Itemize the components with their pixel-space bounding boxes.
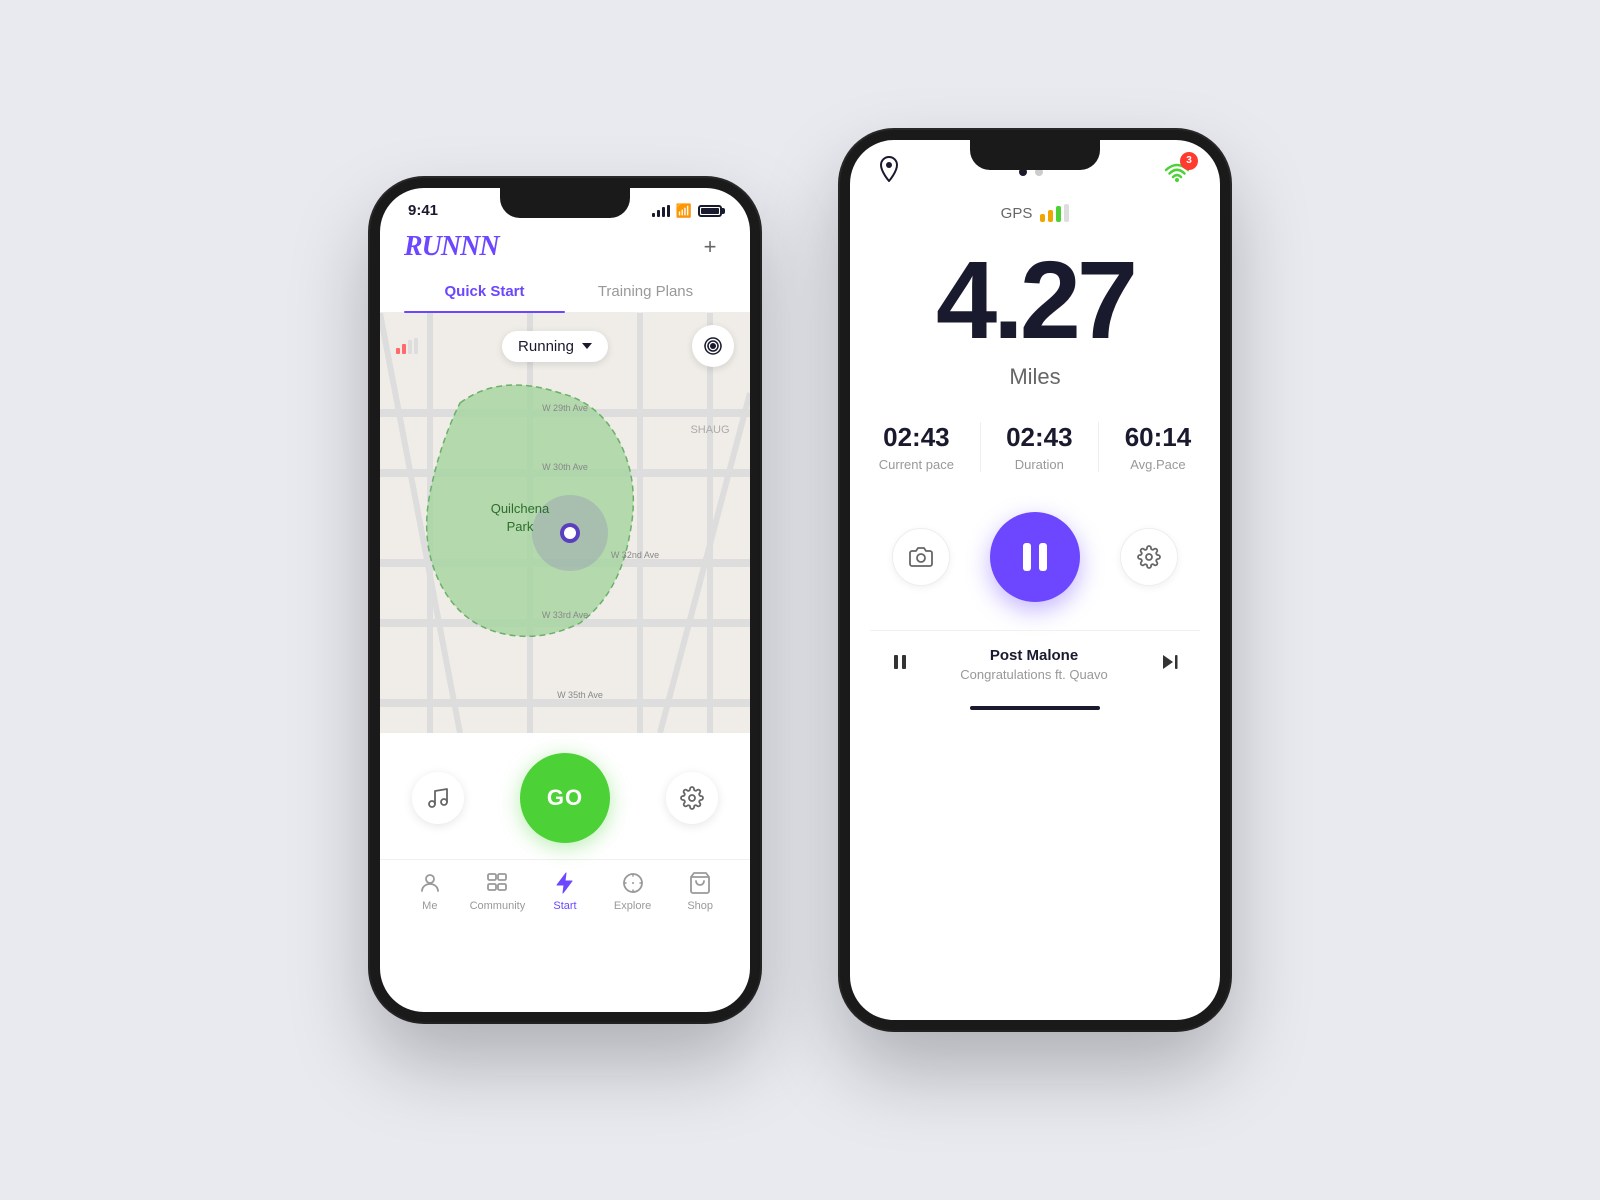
music-song: Congratulations ft. Quavo xyxy=(960,667,1107,682)
music-pause-button[interactable] xyxy=(890,652,910,678)
run-controls xyxy=(850,492,1220,630)
stat-divider-1 xyxy=(980,422,981,472)
bottom-controls: GO xyxy=(380,733,750,859)
phone-1: 9:41 📶 RUNNN + xyxy=(370,178,760,1022)
svg-text:W 35th Ave: W 35th Ave xyxy=(557,690,603,700)
person-icon xyxy=(417,870,443,896)
broadcast-button[interactable] xyxy=(692,325,734,367)
stat-duration: 02:43 Duration xyxy=(1006,422,1073,472)
nav-label-me: Me xyxy=(422,900,437,912)
bottom-nav: Me Community xyxy=(380,859,750,932)
phone-2-screen: 3 GPS 4.27 Miles 02: xyxy=(850,140,1220,1020)
pause-icon xyxy=(1023,543,1047,571)
stat-avg-pace-label: Avg.Pace xyxy=(1125,457,1192,472)
map: Quilchena Park W 29th Ave W 30th Ave W 3… xyxy=(380,313,750,733)
stat-divider-2 xyxy=(1098,422,1099,472)
stats-row: 02:43 Current pace 02:43 Duration 60:14 … xyxy=(850,398,1220,492)
settings-icon xyxy=(680,786,704,810)
chevron-down-icon xyxy=(582,343,592,349)
nav-label-shop: Shop xyxy=(687,900,713,912)
gps-bars xyxy=(1040,204,1069,222)
go-button[interactable]: GO xyxy=(520,753,610,843)
gps-signal-indicator xyxy=(396,338,418,354)
svg-text:Quilchena: Quilchena xyxy=(491,501,550,516)
nav-item-start[interactable]: Start xyxy=(531,870,599,912)
nav-label-community: Community xyxy=(470,900,526,912)
stat-duration-label: Duration xyxy=(1006,457,1073,472)
nav-item-explore[interactable]: Explore xyxy=(599,870,667,912)
app-logo: RUNNN xyxy=(404,231,499,263)
camera-icon xyxy=(909,545,933,569)
music-next-button[interactable] xyxy=(1158,651,1180,679)
stat-current-pace-value: 02:43 xyxy=(879,422,954,453)
app-header: RUNNN + xyxy=(380,223,750,275)
phone-2: 3 GPS 4.27 Miles 02: xyxy=(840,130,1230,1030)
stat-current-pace-label: Current pace xyxy=(879,457,954,472)
settings-button-2[interactable] xyxy=(1120,528,1178,586)
nav-label-start: Start xyxy=(553,900,576,912)
music-title: Post Malone xyxy=(960,647,1107,664)
camera-button[interactable] xyxy=(892,528,950,586)
status-time: 9:41 xyxy=(408,202,438,219)
phone-1-screen: 9:41 📶 RUNNN + xyxy=(380,188,750,1012)
notch xyxy=(500,188,630,218)
svg-text:W 29th Ave: W 29th Ave xyxy=(542,403,588,413)
add-button[interactable]: + xyxy=(694,231,726,263)
battery-icon xyxy=(698,205,722,217)
distance-display: 4.27 Miles xyxy=(850,226,1220,398)
community-icon xyxy=(484,870,510,896)
gps-row: GPS xyxy=(850,196,1220,226)
bag-icon xyxy=(687,870,713,896)
svg-text:Park: Park xyxy=(507,519,534,534)
map-controls: Running xyxy=(396,325,734,367)
nav-label-explore: Explore xyxy=(614,900,651,912)
location-icon xyxy=(878,156,900,188)
settings-button[interactable] xyxy=(666,772,718,824)
status-icons: 📶 xyxy=(652,203,722,219)
lightning-icon xyxy=(552,870,578,896)
pause-button[interactable] xyxy=(990,512,1080,602)
activity-selector[interactable]: Running xyxy=(502,331,608,362)
notification-badge: 3 xyxy=(1180,152,1198,170)
broadcast-icon xyxy=(702,335,724,357)
notch-2 xyxy=(970,140,1100,170)
gps-label: GPS xyxy=(1001,205,1033,222)
tab-training-plans[interactable]: Training Plans xyxy=(565,275,726,312)
nav-item-me[interactable]: Me xyxy=(396,870,464,912)
music-button[interactable] xyxy=(412,772,464,824)
svg-text:W 30th Ave: W 30th Ave xyxy=(542,462,588,472)
phones-container: 9:41 📶 RUNNN + xyxy=(370,170,1230,1030)
distance-unit: Miles xyxy=(874,364,1196,390)
svg-text:W 32nd Ave: W 32nd Ave xyxy=(611,550,659,560)
svg-text:SHAUG: SHAUG xyxy=(690,424,729,436)
home-indicator xyxy=(970,706,1100,710)
svg-text:W 33rd Ave: W 33rd Ave xyxy=(542,610,588,620)
tabs: Quick Start Training Plans xyxy=(380,275,750,313)
go-button-label: GO xyxy=(547,785,583,811)
music-icon xyxy=(426,786,450,810)
nav-item-shop[interactable]: Shop xyxy=(666,870,734,912)
wifi-icon: 📶 xyxy=(676,203,692,219)
stat-current-pace: 02:43 Current pace xyxy=(879,422,954,472)
compass-icon xyxy=(620,870,646,896)
stat-avg-pace-value: 60:14 xyxy=(1125,422,1192,453)
tab-quick-start[interactable]: Quick Start xyxy=(404,275,565,312)
signal-icon xyxy=(652,205,670,217)
distance-value: 4.27 xyxy=(874,246,1196,356)
wifi-notification[interactable]: 3 xyxy=(1162,158,1192,187)
gear-icon xyxy=(1137,545,1161,569)
music-player: Post Malone Congratulations ft. Quavo xyxy=(870,630,1200,698)
map-container: Running xyxy=(380,313,750,733)
music-info: Post Malone Congratulations ft. Quavo xyxy=(960,647,1107,682)
nav-item-community[interactable]: Community xyxy=(464,870,532,912)
stat-avg-pace: 60:14 Avg.Pace xyxy=(1125,422,1192,472)
stat-duration-value: 02:43 xyxy=(1006,422,1073,453)
